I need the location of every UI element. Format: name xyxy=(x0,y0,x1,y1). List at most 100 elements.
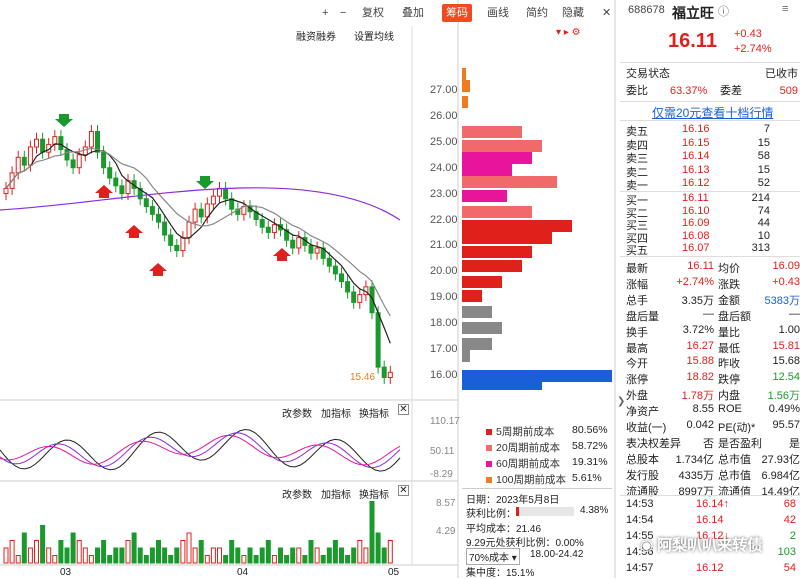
stat-row: 换手 3.72% 量比 1.00 xyxy=(626,323,800,339)
candle xyxy=(314,241,320,260)
tick-row: 14:57 16.12 54 xyxy=(626,562,796,574)
chip-bar xyxy=(462,276,502,288)
yaxis-label: 23.00 xyxy=(430,187,458,200)
collapse-arrow-icon[interactable]: ❯ xyxy=(617,396,625,407)
volume-bar xyxy=(198,540,204,564)
volume-bar xyxy=(186,532,192,564)
volume-bar xyxy=(247,547,253,564)
chip-bar xyxy=(462,152,532,164)
volume-bar xyxy=(217,547,222,564)
divider xyxy=(620,256,800,257)
jianyue-button[interactable]: 简约 xyxy=(522,4,552,22)
candle xyxy=(381,360,387,384)
ind2-ytop: 8.57 xyxy=(436,498,456,509)
chip-avg-cost: 平均成本：21.46 xyxy=(466,524,542,535)
fuquan-button[interactable]: 复权 xyxy=(358,4,388,22)
volume-bar xyxy=(259,547,265,564)
info-icon[interactable]: ⓘ xyxy=(718,3,729,19)
candle xyxy=(137,181,143,206)
stat-row: 表决权差异否是否盈利是 xyxy=(626,437,800,450)
volume-bar xyxy=(64,547,70,564)
volume-bar xyxy=(332,540,338,564)
ind2-jiazhibiao[interactable]: 加指标 xyxy=(321,486,351,501)
volume-bar xyxy=(34,540,39,564)
volume-bar xyxy=(204,555,210,564)
volume-bar xyxy=(149,547,155,564)
volume-bar xyxy=(253,555,259,564)
ind2-gaicanshu[interactable]: 改参数 xyxy=(282,486,312,501)
volume-bar xyxy=(46,547,52,564)
stat-row: 今开 15.88 昨收 15.68 xyxy=(626,355,800,371)
volume-bar xyxy=(40,525,46,564)
cost-legend-item: 20周期前成本 xyxy=(486,440,560,455)
candle xyxy=(149,200,155,221)
chip-bar xyxy=(462,176,557,188)
volume-bar xyxy=(326,547,332,564)
cost-legend-value: 5.61% xyxy=(572,472,602,484)
xaxis-05: 05 xyxy=(388,567,400,578)
cost70-select[interactable]: 70%成本 ▾ xyxy=(466,548,520,565)
zoom-in-button[interactable]: + xyxy=(318,4,332,22)
volume-bar xyxy=(180,540,186,564)
volume-bar xyxy=(21,532,27,564)
volume-bar xyxy=(168,555,174,564)
candle xyxy=(125,174,131,201)
stock-price: 16.11 xyxy=(668,30,717,52)
chip-bar xyxy=(462,260,522,272)
volume-bar xyxy=(375,532,381,564)
chip-bar xyxy=(462,232,552,244)
stat-row: 涨停 18.82 跌停 12.54 xyxy=(626,371,800,387)
close-icon[interactable]: ✕ xyxy=(598,4,615,22)
ind1-huanzhibiao[interactable]: 换指标 xyxy=(359,405,389,420)
candle xyxy=(113,171,119,193)
stat-row: 发行股 4335万 总市值 6.984亿 xyxy=(626,469,800,482)
stat-row: 总手 3.35万 金额 5383万 xyxy=(626,294,800,307)
stat-row: 涨幅 +2.74% 涨跌 +0.43 xyxy=(626,275,800,291)
volume-bar xyxy=(137,547,143,564)
volume-bar xyxy=(27,547,33,564)
candle xyxy=(332,259,338,281)
candle xyxy=(217,181,222,203)
rongzi-button[interactable]: 融资融券 xyxy=(296,28,336,43)
ma-line xyxy=(5,143,391,344)
signal-arrow-icon xyxy=(95,185,113,198)
volume-bar xyxy=(119,547,125,564)
menu-icon[interactable]: ≡ xyxy=(782,3,788,15)
candle xyxy=(186,215,192,245)
cost70-range: 18.00-24.42 xyxy=(530,549,584,560)
signal-arrow-icon xyxy=(196,176,214,189)
ind1-jiazhibiao[interactable]: 加指标 xyxy=(321,405,351,420)
ind1-ytop: 110.17 xyxy=(430,416,460,427)
yaxis-label: 17.00 xyxy=(430,343,458,355)
volume-bar xyxy=(162,547,168,564)
ask-row: 卖二 16.13 15 xyxy=(626,163,770,179)
promo-link[interactable]: 仅需20元查看十档行情 xyxy=(652,104,773,121)
volume-bar xyxy=(143,555,149,564)
volume-bar xyxy=(52,555,58,564)
volume-bar xyxy=(357,540,363,564)
chouma-button[interactable]: 筹码 xyxy=(442,4,472,22)
volume-bar xyxy=(308,540,314,564)
candle xyxy=(34,132,39,154)
ind1-close-icon[interactable]: ✕ xyxy=(398,404,409,415)
candle xyxy=(265,220,271,239)
chip-bar xyxy=(462,378,542,390)
volume-bar xyxy=(351,547,357,564)
indicator-line xyxy=(0,428,401,472)
ind2-close-icon[interactable]: ✕ xyxy=(398,485,409,496)
zoom-out-button[interactable]: − xyxy=(336,4,350,22)
huaxian-button[interactable]: 画线 xyxy=(483,4,513,22)
candle xyxy=(235,202,241,221)
ind1-gaicanshu[interactable]: 改参数 xyxy=(282,405,312,420)
diejia-button[interactable]: 叠加 xyxy=(398,4,428,22)
candle xyxy=(180,231,186,258)
ind2-huanzhibiao[interactable]: 换指标 xyxy=(359,486,389,501)
volume-bar xyxy=(107,555,113,564)
flag-icons[interactable]: ▾ ▸ ⚙ xyxy=(556,27,581,38)
yincang-button[interactable]: 隐藏 xyxy=(558,4,588,22)
candle xyxy=(52,130,58,151)
volume-bar xyxy=(223,555,229,564)
stat-row: 总股本 1.734亿 总市值 27.93亿 xyxy=(626,453,800,466)
shezhi-button[interactable]: 设置均线 xyxy=(354,28,394,43)
chip-bar xyxy=(462,220,572,232)
